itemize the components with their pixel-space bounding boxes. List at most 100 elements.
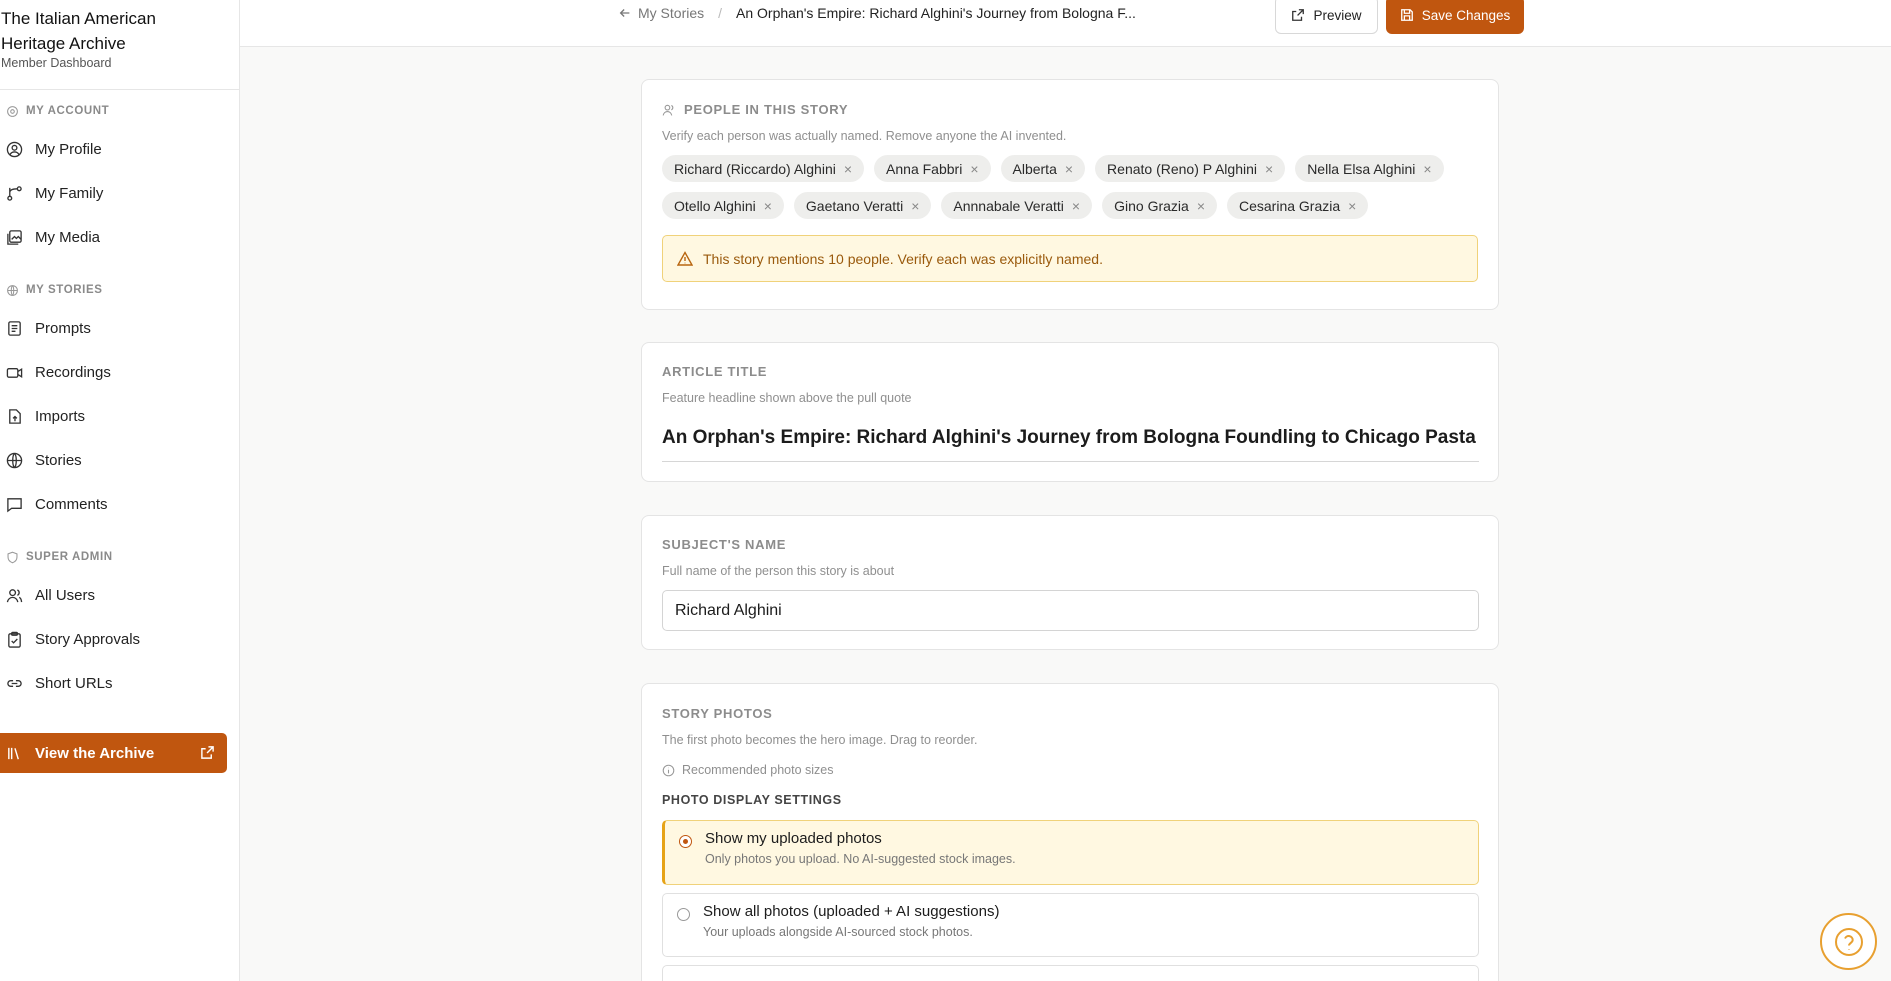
breadcrumb-current: An Orphan's Empire: Richard Alghini's Jo… [736, 5, 1136, 21]
remove-person-icon[interactable]: × [1072, 198, 1080, 214]
sidebar-item-label: Prompts [35, 319, 91, 337]
person-chip-name: Cesarina Grazia [1239, 197, 1341, 214]
shield-icon [7, 551, 18, 563]
people-warning: This story mentions 10 people. Verify ea… [662, 235, 1478, 282]
story-photos-card: STORY PHOTOS The first photo becomes the… [641, 683, 1499, 981]
library-icon [8, 747, 19, 759]
globe-icon [6, 452, 23, 468]
remove-person-icon[interactable]: × [764, 198, 772, 214]
person-chip: Richard (Riccardo) Alghini × [662, 155, 865, 182]
person-chip-name: Renato (Reno) P Alghini [1107, 160, 1257, 177]
remove-person-icon[interactable]: × [1348, 198, 1356, 214]
photo-option-title: Show all photos (uploaded + AI suggestio… [703, 903, 1000, 920]
person-chip: Nella Elsa Alghini × [1295, 155, 1444, 182]
save-changes-button[interactable]: Save Changes [1386, 0, 1524, 34]
article-title-input[interactable]: An Orphan's Empire: Richard Alghini's Jo… [662, 427, 1479, 462]
comment-icon [7, 497, 22, 512]
warning-icon [677, 250, 693, 266]
person-chip: Anna Fabbri × [874, 155, 991, 182]
radio-button[interactable] [677, 908, 690, 921]
breadcrumb-back-label: My Stories [638, 5, 705, 21]
recommended-sizes-link[interactable]: Recommended photo sizes [662, 763, 1478, 777]
remove-person-icon[interactable]: × [1265, 161, 1273, 177]
article-title-label: ARTICLE TITLE [662, 364, 768, 379]
person-chip: Gino Grazia × [1102, 192, 1217, 219]
people-card: PEOPLE IN THIS STORY Verify each person … [641, 79, 1499, 310]
remove-person-icon[interactable]: × [1197, 198, 1205, 214]
person-chip: Alberta × [1000, 155, 1086, 182]
photo-option-uploaded[interactable]: Show my uploaded photos Only photos you … [662, 820, 1479, 885]
radio-button-selected[interactable] [679, 835, 692, 848]
sidebar-item-stories[interactable]: Stories [0, 438, 239, 482]
remove-person-icon[interactable]: × [844, 161, 852, 177]
person-chip-name: Richard (Riccardo) Alghini [674, 160, 836, 177]
section-label-text: SUPER ADMIN [26, 551, 113, 563]
file-upload-icon [9, 408, 21, 424]
remove-person-icon[interactable]: × [1423, 161, 1431, 177]
subject-name-input[interactable]: Richard Alghini [662, 590, 1479, 631]
article-title-help: Feature headline shown above the pull qu… [662, 391, 912, 405]
images-icon [7, 229, 22, 245]
sidebar-item-label: Comments [35, 495, 108, 513]
sidebar-item-imports[interactable]: Imports [0, 394, 239, 438]
sidebar-item-label: My Media [35, 228, 101, 246]
section-label-text: MY STORIES [26, 284, 103, 296]
sidebar-item-prompts[interactable]: Prompts [0, 306, 239, 350]
article-title-card: ARTICLE TITLE Feature headline shown abo… [641, 342, 1499, 482]
sidebar-item-recordings[interactable]: Recordings [0, 350, 239, 394]
top-bar: My Stories / An Orphan's Empire: Richard… [240, 0, 1891, 47]
sidebar-item-comments[interactable]: Comments [0, 482, 239, 526]
person-chip: Annnabale Veratti × [941, 192, 1093, 219]
sidebar-item-label: Story Approvals [35, 630, 141, 648]
remove-person-icon[interactable]: × [970, 161, 978, 177]
section-label-super-admin: SUPER ADMIN [0, 547, 239, 567]
subject-name-label: SUBJECT'S NAME [662, 537, 787, 552]
photo-option-all[interactable]: Show all photos (uploaded + AI suggestio… [662, 893, 1479, 957]
preview-label: Preview [1313, 7, 1362, 23]
person-chip-name: Otello Alghini [674, 197, 756, 214]
person-chip: Cesarina Grazia × [1227, 192, 1369, 219]
preview-button[interactable]: Preview [1275, 0, 1378, 34]
user-circle-icon [6, 141, 23, 157]
photo-option-more[interactable] [662, 965, 1479, 981]
photo-option-desc: Only photos you upload. No AI-suggested … [705, 852, 1016, 866]
arrow-left-icon [619, 9, 630, 17]
person-chip: Otello Alghini × [662, 192, 784, 219]
remove-person-icon[interactable]: × [911, 198, 919, 214]
external-link-icon [201, 746, 214, 759]
brand-subtitle: Member Dashboard [1, 56, 112, 70]
person-chip-name: Alberta [1012, 160, 1057, 177]
sidebar-item-my-profile[interactable]: My Profile [0, 127, 239, 171]
view-archive-button[interactable]: View the Archive [0, 733, 227, 773]
help-button[interactable] [1820, 913, 1877, 970]
subject-name-help: Full name of the person this story is ab… [662, 564, 895, 578]
save-changes-label: Save Changes [1421, 7, 1511, 23]
person-chip-name: Gino Grazia [1114, 197, 1189, 214]
sidebar-item-short-urls[interactable]: Short URLs [0, 661, 239, 705]
info-icon [662, 764, 675, 776]
question-circle-icon [1834, 927, 1863, 956]
photo-display-settings-label: PHOTO DISPLAY SETTINGS [662, 793, 842, 807]
brand: The Italian American Heritage Archive Me… [0, 0, 239, 90]
document-icon [8, 320, 21, 336]
settings-circle-icon [7, 105, 18, 117]
users-icon [6, 588, 23, 602]
people-warning-text: This story mentions 10 people. Verify ea… [703, 250, 1103, 267]
clipboard-check-icon [8, 631, 21, 648]
people-chips: Richard (Riccardo) Alghini × Anna Fabbri ×… [662, 155, 1482, 219]
section-label-my-stories: MY STORIES [0, 280, 239, 300]
section-label-text: MY ACCOUNT [26, 105, 110, 117]
sidebar-item-label: My Profile [35, 140, 102, 158]
sidebar-item-my-family[interactable]: My Family [0, 171, 239, 215]
users-icon [662, 104, 674, 116]
sidebar-item-my-media[interactable]: My Media [0, 215, 239, 259]
remove-person-icon[interactable]: × [1065, 161, 1073, 177]
sidebar-item-all-users[interactable]: All Users [0, 573, 239, 617]
photo-option-title: Show my uploaded photos [705, 830, 882, 847]
section-label-my-account: MY ACCOUNT [0, 101, 239, 121]
people-section-label: PEOPLE IN THIS STORY [684, 102, 849, 117]
family-tree-icon [7, 185, 22, 201]
sidebar-item-story-approvals[interactable]: Story Approvals [0, 617, 239, 661]
breadcrumb: My Stories / An Orphan's Empire: Richard… [618, 5, 1136, 21]
breadcrumb-back-link[interactable]: My Stories [618, 5, 704, 21]
